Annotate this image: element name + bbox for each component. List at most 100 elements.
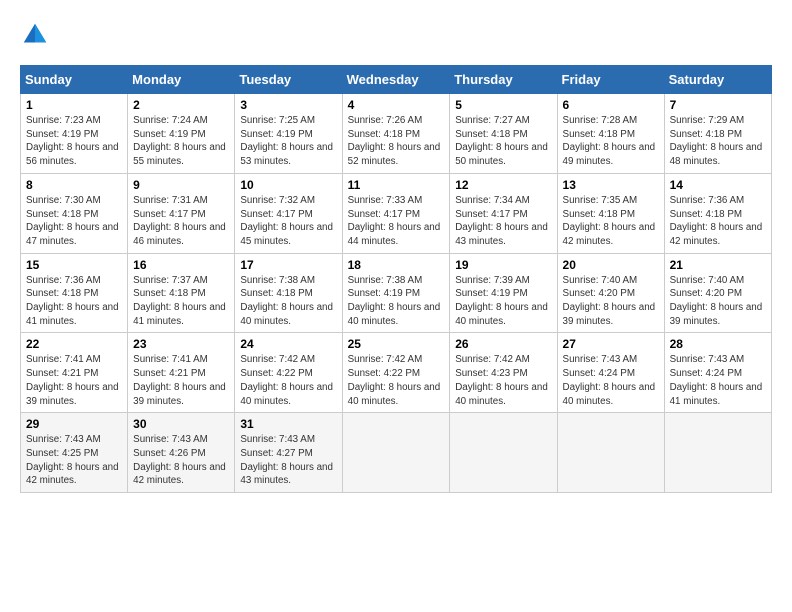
calendar-cell: 25 Sunrise: 7:42 AMSunset: 4:22 PMDayligh… [342,333,450,413]
day-info: Sunrise: 7:27 AMSunset: 4:18 PMDaylight:… [455,114,551,169]
calendar-cell: 15 Sunrise: 7:36 AMSunset: 4:18 PMDayligh… [21,253,128,333]
weekday-header-tuesday: Tuesday [235,66,342,94]
calendar-cell [557,413,664,493]
calendar-header-row: SundayMondayTuesdayWednesdayThursdayFrid… [21,66,772,94]
day-info: Sunrise: 7:35 AMSunset: 4:18 PMDaylight:… [563,194,659,249]
day-info: Sunrise: 7:34 AMSunset: 4:17 PMDaylight:… [455,194,551,249]
day-number: 17 [240,258,336,272]
day-info: Sunrise: 7:40 AMSunset: 4:20 PMDaylight:… [670,274,766,329]
day-number: 7 [670,98,766,112]
calendar-cell: 16Sunrise: 7:37 AMSunset: 4:18 PMDayligh… [128,253,235,333]
day-number: 1 [26,98,122,112]
calendar-cell: 13 Sunrise: 7:35 AMSunset: 4:18 PMDayligh… [557,173,664,253]
calendar-cell: 5 Sunrise: 7:27 AMSunset: 4:18 PMDaylight… [450,94,557,174]
day-number: 25 [348,337,445,351]
day-number: 15 [26,258,122,272]
day-number: 24 [240,337,336,351]
day-number: 18 [348,258,445,272]
day-info: Sunrise: 7:32 AMSunset: 4:17 PMDaylight:… [240,194,336,249]
day-number: 9 [133,178,229,192]
day-info: Sunrise: 7:28 AMSunset: 4:18 PMDaylight:… [563,114,659,169]
day-number: 3 [240,98,336,112]
day-info: Sunrise: 7:38 AMSunset: 4:19 PMDaylight:… [348,274,445,329]
day-number: 8 [26,178,122,192]
day-number: 26 [455,337,551,351]
day-number: 23 [133,337,229,351]
calendar-cell: 12 Sunrise: 7:34 AMSunset: 4:17 PMDayligh… [450,173,557,253]
calendar-cell: 1Sunrise: 7:23 AMSunset: 4:19 PMDaylight… [21,94,128,174]
calendar-cell: 22 Sunrise: 7:41 AMSunset: 4:21 PMDayligh… [21,333,128,413]
calendar-cell: 21 Sunrise: 7:40 AMSunset: 4:20 PMDayligh… [664,253,771,333]
page-header [20,20,772,50]
weekday-header-monday: Monday [128,66,235,94]
day-info: Sunrise: 7:41 AMSunset: 4:21 PMDaylight:… [26,353,122,408]
day-info: Sunrise: 7:37 AMSunset: 4:18 PMDaylight:… [133,274,229,329]
logo [20,20,56,50]
weekday-header-thursday: Thursday [450,66,557,94]
calendar-cell [342,413,450,493]
calendar-table: SundayMondayTuesdayWednesdayThursdayFrid… [20,65,772,493]
day-info: Sunrise: 7:42 AMSunset: 4:22 PMDaylight:… [240,353,336,408]
day-info: Sunrise: 7:43 AMSunset: 4:24 PMDaylight:… [670,353,766,408]
weekday-header-friday: Friday [557,66,664,94]
day-number: 28 [670,337,766,351]
day-info: Sunrise: 7:41 AMSunset: 4:21 PMDaylight:… [133,353,229,408]
day-number: 12 [455,178,551,192]
calendar-cell: 27 Sunrise: 7:43 AMSunset: 4:24 PMDayligh… [557,333,664,413]
day-number: 5 [455,98,551,112]
calendar-cell: 9 Sunrise: 7:31 AMSunset: 4:17 PMDaylight… [128,173,235,253]
day-info: Sunrise: 7:30 AMSunset: 4:18 PMDaylight:… [26,194,122,249]
day-info: Sunrise: 7:29 AMSunset: 4:18 PMDaylight:… [670,114,766,169]
day-info: Sunrise: 7:42 AMSunset: 4:23 PMDaylight:… [455,353,551,408]
day-info: Sunrise: 7:43 AMSunset: 4:26 PMDaylight:… [133,433,229,488]
day-info: Sunrise: 7:43 AMSunset: 4:27 PMDaylight:… [240,433,336,488]
calendar-cell [664,413,771,493]
day-info: Sunrise: 7:43 AMSunset: 4:24 PMDaylight:… [563,353,659,408]
day-info: Sunrise: 7:42 AMSunset: 4:22 PMDaylight:… [348,353,445,408]
calendar-cell: 4Sunrise: 7:26 AMSunset: 4:18 PMDaylight… [342,94,450,174]
logo-icon [20,20,50,50]
day-info: Sunrise: 7:36 AMSunset: 4:18 PMDaylight:… [26,274,122,329]
day-number: 14 [670,178,766,192]
calendar-week-row: 1Sunrise: 7:23 AMSunset: 4:19 PMDaylight… [21,94,772,174]
day-number: 2 [133,98,229,112]
day-info: Sunrise: 7:33 AMSunset: 4:17 PMDaylight:… [348,194,445,249]
day-number: 6 [563,98,659,112]
day-number: 31 [240,417,336,431]
day-info: Sunrise: 7:24 AMSunset: 4:19 PMDaylight:… [133,114,229,169]
day-number: 29 [26,417,122,431]
day-number: 27 [563,337,659,351]
day-number: 13 [563,178,659,192]
day-number: 20 [563,258,659,272]
calendar-cell [450,413,557,493]
calendar-week-row: 22 Sunrise: 7:41 AMSunset: 4:21 PMDayligh… [21,333,772,413]
calendar-cell: 10 Sunrise: 7:32 AMSunset: 4:17 PMDayligh… [235,173,342,253]
day-number: 19 [455,258,551,272]
calendar-cell: 26 Sunrise: 7:42 AMSunset: 4:23 PMDayligh… [450,333,557,413]
calendar-week-row: 29 Sunrise: 7:43 AMSunset: 4:25 PMDayligh… [21,413,772,493]
calendar-week-row: 15 Sunrise: 7:36 AMSunset: 4:18 PMDayligh… [21,253,772,333]
day-number: 10 [240,178,336,192]
calendar-cell: 3Sunrise: 7:25 AMSunset: 4:19 PMDaylight… [235,94,342,174]
day-info: Sunrise: 7:26 AMSunset: 4:18 PMDaylight:… [348,114,445,169]
day-info: Sunrise: 7:38 AMSunset: 4:18 PMDaylight:… [240,274,336,329]
calendar-cell: 11 Sunrise: 7:33 AMSunset: 4:17 PMDayligh… [342,173,450,253]
day-number: 11 [348,178,445,192]
day-number: 22 [26,337,122,351]
calendar-cell: 7 Sunrise: 7:29 AMSunset: 4:18 PMDaylight… [664,94,771,174]
calendar-cell: 28 Sunrise: 7:43 AMSunset: 4:24 PMDayligh… [664,333,771,413]
calendar-week-row: 8 Sunrise: 7:30 AMSunset: 4:18 PMDaylight… [21,173,772,253]
day-info: Sunrise: 7:43 AMSunset: 4:25 PMDaylight:… [26,433,122,488]
calendar-cell: 30 Sunrise: 7:43 AMSunset: 4:26 PMDayligh… [128,413,235,493]
calendar-cell: 2 Sunrise: 7:24 AMSunset: 4:19 PMDaylight… [128,94,235,174]
weekday-header-saturday: Saturday [664,66,771,94]
calendar-cell: 23 Sunrise: 7:41 AMSunset: 4:21 PMDayligh… [128,333,235,413]
calendar-cell: 6 Sunrise: 7:28 AMSunset: 4:18 PMDaylight… [557,94,664,174]
day-number: 21 [670,258,766,272]
calendar-cell: 8 Sunrise: 7:30 AMSunset: 4:18 PMDaylight… [21,173,128,253]
calendar-cell: 14Sunrise: 7:36 AMSunset: 4:18 PMDayligh… [664,173,771,253]
day-number: 30 [133,417,229,431]
calendar-cell: 29 Sunrise: 7:43 AMSunset: 4:25 PMDayligh… [21,413,128,493]
day-info: Sunrise: 7:31 AMSunset: 4:17 PMDaylight:… [133,194,229,249]
weekday-header-wednesday: Wednesday [342,66,450,94]
